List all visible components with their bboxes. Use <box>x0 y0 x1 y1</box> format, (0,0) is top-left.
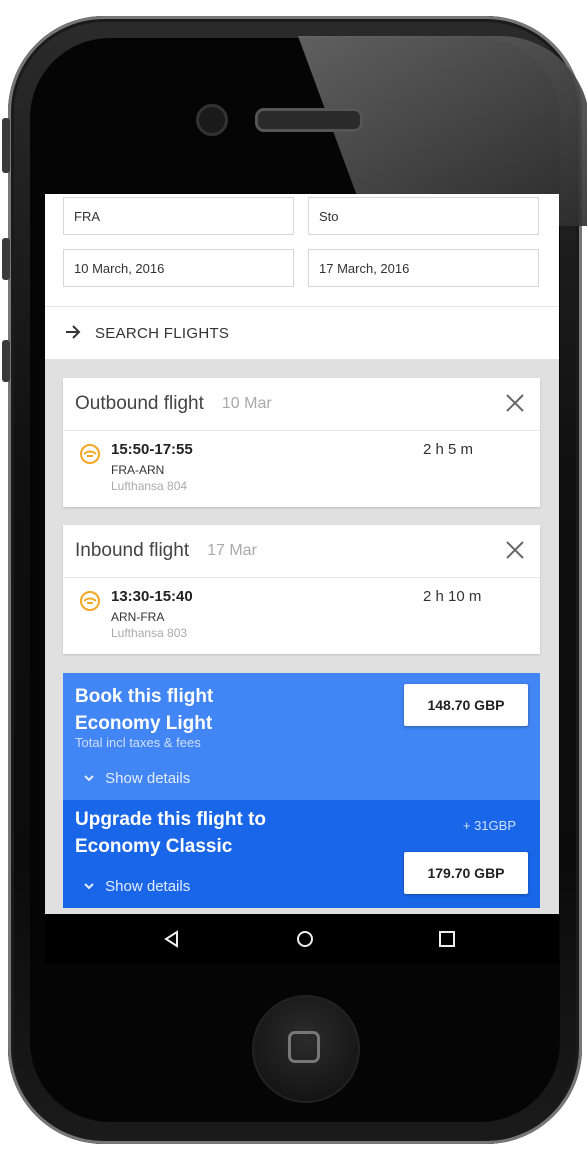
inbound-route: ARN-FRA <box>111 610 165 624</box>
android-nav-bar <box>45 914 559 964</box>
upgrade-title-line1: Upgrade this flight to <box>75 809 267 830</box>
close-icon[interactable] <box>502 537 528 563</box>
book-show-details-label: Show details <box>105 770 191 787</box>
inbound-flight-row[interactable]: 13:30-15:40 ARN-FRA Lufthansa 803 2 h 10… <box>63 578 540 654</box>
front-camera <box>196 104 228 136</box>
chevron-down-icon <box>84 883 94 890</box>
return-date-field[interactable]: 17 March, 2016 <box>308 249 539 287</box>
outbound-duration: 2 h 5 m <box>423 441 474 458</box>
search-form: FRA Sto 10 March, 2016 17 March, 2016 SE… <box>45 194 559 359</box>
outbound-header: Outbound flight 10 Mar <box>63 378 540 431</box>
inbound-date: 17 Mar <box>207 542 257 559</box>
home-nav-button[interactable] <box>275 914 335 964</box>
back-triangle-icon <box>164 930 178 948</box>
volume-up-button <box>2 238 10 280</box>
book-flight-panel: Book this flight Economy Light Total inc… <box>63 673 540 800</box>
origin-field[interactable]: FRA <box>63 197 294 235</box>
lufthansa-crane-icon <box>80 591 100 611</box>
close-icon[interactable] <box>502 390 528 416</box>
inbound-title: Inbound flight <box>75 540 190 561</box>
outbound-date: 10 Mar <box>221 395 272 412</box>
upgrade-show-details-label: Show details <box>105 878 191 895</box>
inbound-duration: 2 h 10 m <box>423 588 482 605</box>
recents-button[interactable] <box>417 914 477 964</box>
recents-square-icon <box>439 931 455 947</box>
outbound-airline: Lufthansa 804 <box>111 479 188 493</box>
lufthansa-crane-icon <box>80 444 100 464</box>
upgrade-price-button[interactable]: 179.70 GBP <box>404 852 528 894</box>
home-square-icon <box>288 1031 320 1063</box>
hardware-home-button[interactable] <box>252 995 360 1103</box>
price-note: Total incl taxes & fees <box>75 735 201 750</box>
search-flights-button[interactable]: SEARCH FLIGHTS <box>45 306 559 359</box>
upgrade-fare-name: Economy Classic <box>75 836 233 857</box>
book-title: Book this flight Economy Light <box>75 683 213 737</box>
destination-field[interactable]: Sto <box>308 197 539 235</box>
back-button[interactable] <box>142 914 202 964</box>
book-show-details[interactable]: Show details <box>83 770 190 787</box>
earpiece-speaker <box>255 108 363 132</box>
app-screen: FRA Sto 10 March, 2016 17 March, 2016 SE… <box>45 194 559 964</box>
arrow-right-icon <box>65 323 89 344</box>
search-flights-label: SEARCH FLIGHTS <box>95 324 230 342</box>
outbound-flight-card: Outbound flight 10 Mar 15:50-17:55 FRA-A… <box>63 378 540 507</box>
outbound-title: Outbound flight <box>75 393 204 414</box>
inbound-times: 13:30-15:40 <box>111 588 193 605</box>
book-title-line1: Book this flight <box>75 686 214 707</box>
book-fare-name: Economy Light <box>75 713 213 734</box>
outbound-route: FRA-ARN <box>111 463 165 477</box>
outbound-flight-row[interactable]: 15:50-17:55 FRA-ARN Lufthansa 804 2 h 5 … <box>63 431 540 507</box>
upgrade-price-difference: + 31GBP <box>462 818 516 833</box>
inbound-header: Inbound flight 17 Mar <box>63 525 540 578</box>
book-price-button[interactable]: 148.70 GBP <box>404 684 528 726</box>
upgrade-show-details[interactable]: Show details <box>83 878 190 895</box>
upgrade-title: Upgrade this flight to Economy Classic <box>75 806 266 860</box>
depart-date-field[interactable]: 10 March, 2016 <box>63 249 294 287</box>
chevron-down-icon <box>84 775 94 782</box>
volume-down-button <box>2 340 10 382</box>
mute-switch <box>2 118 10 173</box>
outbound-times: 15:50-17:55 <box>111 441 193 458</box>
inbound-airline: Lufthansa 803 <box>111 626 188 640</box>
home-circle-icon <box>297 931 313 947</box>
upgrade-flight-panel: Upgrade this flight to Economy Classic +… <box>63 800 540 908</box>
inbound-flight-card: Inbound flight 17 Mar 13:30-15:40 ARN-FR… <box>63 525 540 654</box>
